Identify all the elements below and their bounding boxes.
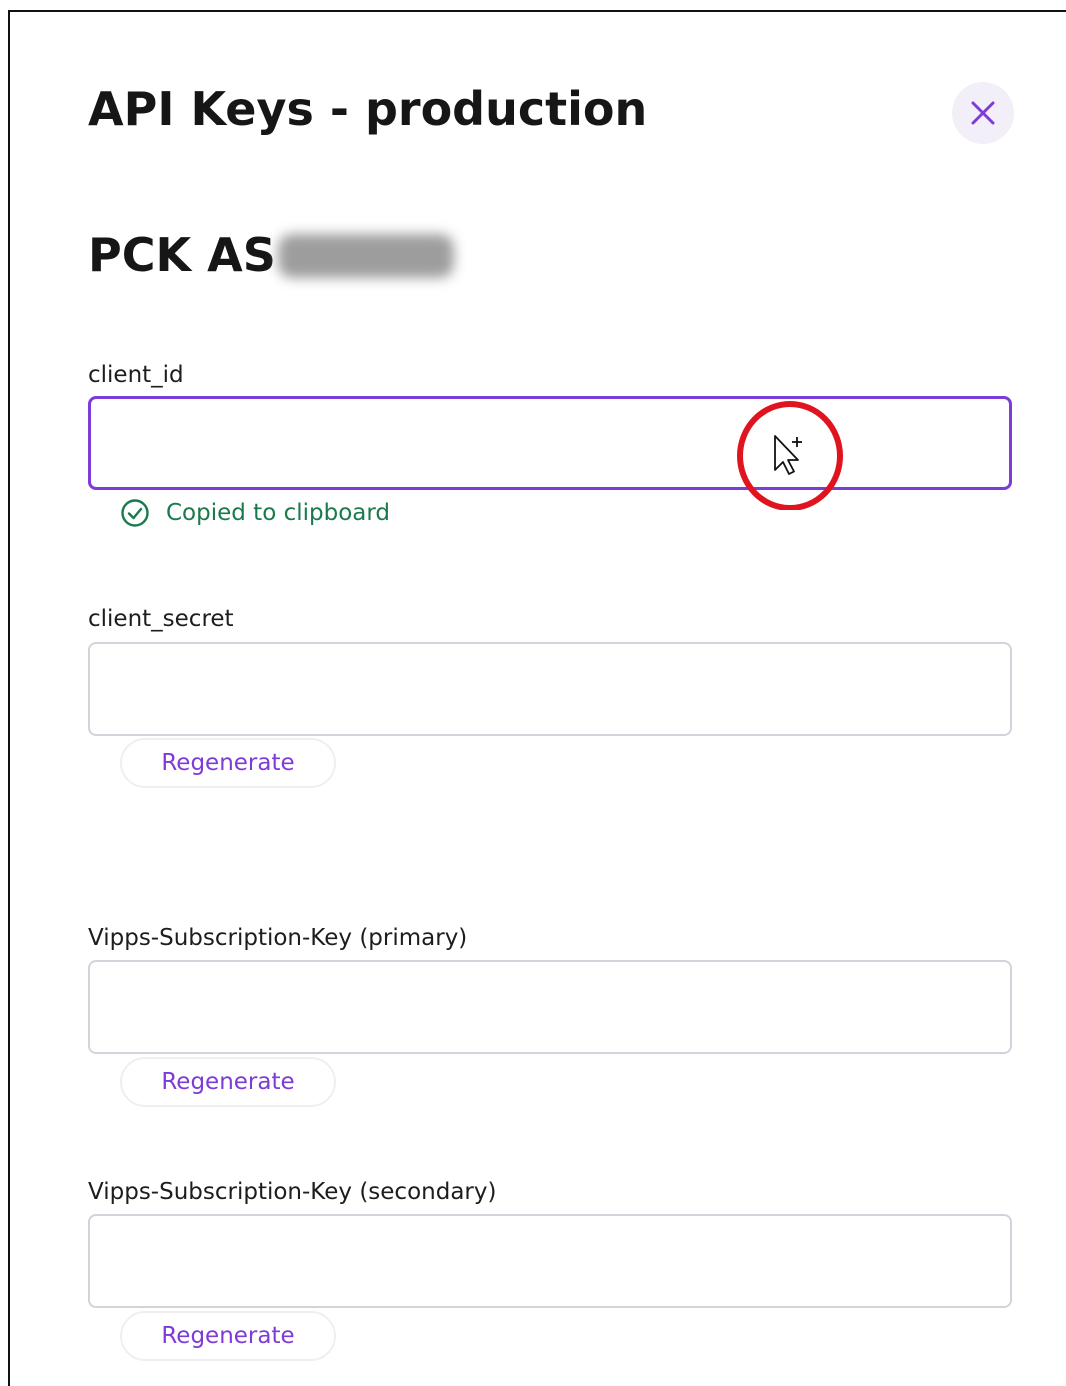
client-secret-label: client_secret: [88, 606, 234, 632]
subscription-key-primary-field[interactable]: [88, 960, 1012, 1054]
subscription-key-secondary-label: Vipps-Subscription-Key (secondary): [88, 1179, 497, 1205]
api-keys-modal: API Keys - production PCK AS client_id C…: [0, 0, 1066, 1386]
regenerate-primary-key-button[interactable]: Regenerate: [120, 1057, 336, 1107]
copied-notice: Copied to clipboard: [120, 498, 390, 528]
frame-border-top: [8, 10, 1066, 12]
close-icon: [971, 101, 995, 125]
cursor-highlight-ring: [737, 401, 843, 510]
copied-message: Copied to clipboard: [166, 500, 391, 526]
regenerate-secondary-key-button[interactable]: Regenerate: [120, 1311, 336, 1361]
frame-border-left: [8, 10, 10, 1386]
merchant-name: PCK AS: [88, 228, 276, 282]
redacted-merchant-number: [278, 234, 454, 278]
subscription-key-primary-label: Vipps-Subscription-Key (primary): [88, 925, 468, 951]
mouse-pointer-icon: [774, 435, 802, 475]
client-id-label: client_id: [88, 362, 184, 388]
modal-title: API Keys - production: [88, 82, 648, 136]
close-button[interactable]: [952, 82, 1014, 144]
client-id-field[interactable]: [88, 396, 1012, 490]
subscription-key-secondary-field[interactable]: [88, 1214, 1012, 1308]
regenerate-client-secret-button[interactable]: Regenerate: [120, 738, 336, 788]
client-secret-field[interactable]: [88, 642, 1012, 736]
check-circle-icon: [121, 499, 149, 527]
